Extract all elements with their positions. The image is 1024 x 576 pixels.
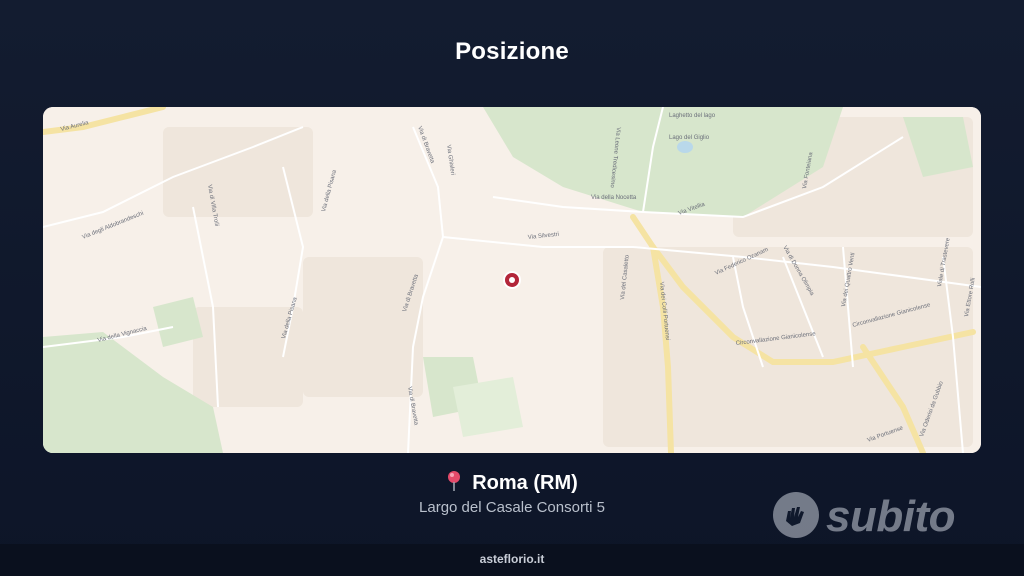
svg-text:Lago del Giglio: Lago del Giglio	[669, 135, 710, 141]
map[interactable]: Via Aurelia Via degli Aldobrandeschi Via…	[43, 107, 981, 453]
pin-icon	[446, 470, 462, 497]
brand-logo: subito	[772, 490, 955, 544]
footer: asteflorio.it	[0, 544, 1024, 576]
svg-text:Via della Nocetta: Via della Nocetta	[591, 195, 637, 201]
page-title: Posizione	[455, 38, 569, 65]
lake	[677, 141, 693, 153]
location-city: Roma (RM)	[472, 472, 578, 494]
map-canvas[interactable]: Via Aurelia Via degli Aldobrandeschi Via…	[43, 107, 981, 453]
subito-hand-icon	[772, 491, 820, 544]
footer-site[interactable]: asteflorio.it	[480, 552, 545, 566]
brand-name: subito	[826, 492, 955, 541]
map-marker-icon[interactable]	[503, 271, 521, 289]
svg-text:Laghetto del lago: Laghetto del lago	[669, 113, 716, 119]
